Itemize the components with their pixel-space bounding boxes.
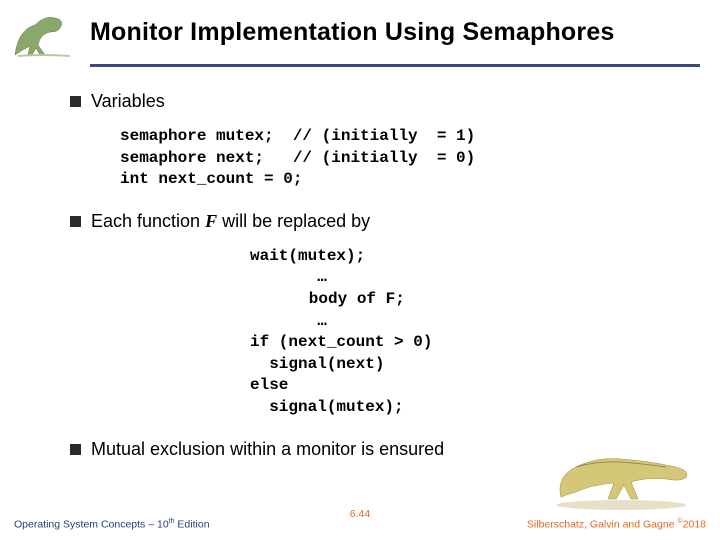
code-line: … [250, 267, 510, 289]
text-frag: Operating System Concepts – 10 [14, 518, 169, 530]
text-frag: Each function [91, 211, 205, 231]
code-line: wait(mutex); [250, 246, 510, 268]
bullet-text: Variables [91, 91, 165, 112]
code-line: body of F; [250, 289, 510, 311]
text-frag-bold: F [205, 211, 217, 231]
code-block-function-body: wait(mutex); … body of F; …if (next_coun… [250, 246, 510, 419]
text-frag: will be replaced by [217, 211, 370, 231]
bullet-each-function: Each function F will be replaced by [70, 211, 690, 232]
code-line: … [250, 311, 510, 333]
slide-header: Monitor Implementation Using Semaphores [0, 0, 720, 60]
bullet-text: Mutual exclusion within a monitor is ens… [91, 439, 444, 460]
code-line: signal(mutex); [250, 397, 510, 419]
code-line: if (next_count > 0) [250, 332, 510, 354]
bullet-text: Each function F will be replaced by [91, 211, 370, 232]
slide-content: Variables semaphore mutex; // (initially… [0, 67, 720, 460]
slide-footer: Operating System Concepts – 10th Edition… [0, 518, 720, 531]
code-line: signal(next) [250, 354, 510, 376]
footer-left: Operating System Concepts – 10th Edition [14, 518, 210, 531]
dinosaur-left-icon [10, 10, 80, 60]
square-bullet-icon [70, 216, 81, 227]
slide-title: Monitor Implementation Using Semaphores [90, 18, 615, 47]
footer-center: 6.44 [350, 508, 370, 520]
text-frag: Silberschatz, Galvin and Gagne [527, 518, 678, 530]
code-line: else [250, 375, 510, 397]
text-frag: Edition [175, 518, 210, 530]
footer-right: Silberschatz, Galvin and Gagne ©2018 [527, 518, 706, 531]
code-block-variables: semaphore mutex; // (initially = 1) sema… [70, 126, 690, 191]
square-bullet-icon [70, 96, 81, 107]
dinosaur-right-icon [546, 437, 696, 512]
bullet-variables: Variables [70, 91, 690, 112]
square-bullet-icon [70, 444, 81, 455]
text-frag: 2018 [683, 518, 706, 530]
